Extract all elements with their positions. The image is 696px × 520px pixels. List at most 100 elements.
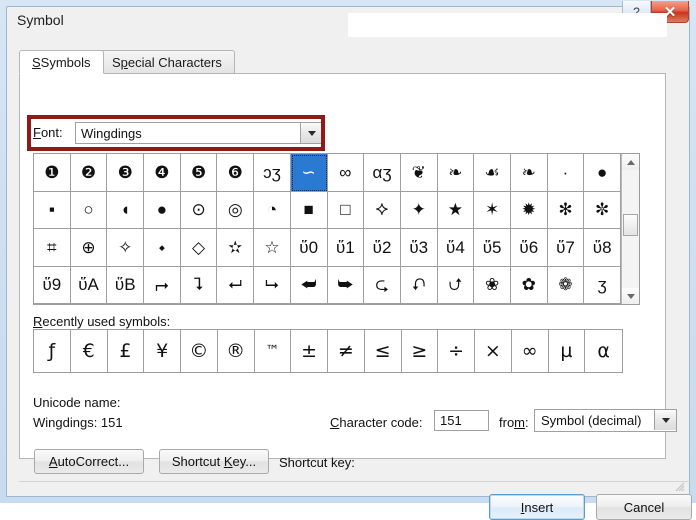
symbol-cell[interactable]: ☙ bbox=[474, 154, 511, 192]
symbol-cell[interactable]: ★ bbox=[437, 191, 475, 229]
symbol-cell[interactable]: ✫ bbox=[217, 229, 255, 267]
recent-symbol-cell[interactable]: ≥ bbox=[402, 330, 439, 372]
symbol-cell[interactable]: ὕ6 bbox=[510, 229, 548, 267]
triangle-down-icon[interactable] bbox=[622, 288, 639, 304]
symbol-cell[interactable]: ◔ bbox=[254, 191, 291, 229]
symbol-cell[interactable]: ⊕ bbox=[70, 229, 108, 267]
from-combobox[interactable]: Symbol (decimal) bbox=[534, 409, 677, 432]
symbol-cell[interactable]: ❻ bbox=[217, 154, 255, 192]
recent-symbol-cell[interactable]: ≤ bbox=[365, 330, 402, 372]
symbol-grid[interactable]: ❶ ❷ ❸ ❹ ❺ ❻ ɔʒ ∽ ∞ αʒ ❦ ❧ ☙ ❧ · ● ▪ ○ ◖ ● ⊙ ◎ ◔ ■ □ ⯎ ✦ ★ ✶ ✹ ✻ ✼ ⌗ ⊕ ✧ ⬩ ◇ ✫… bbox=[34, 154, 621, 304]
recent-symbol-cell[interactable]: ≠ bbox=[328, 330, 365, 372]
character-code-input[interactable]: 151 bbox=[434, 410, 489, 431]
symbol-cell[interactable]: ✦ bbox=[400, 191, 438, 229]
cancel-button[interactable]: Cancel bbox=[596, 494, 692, 520]
insert-button[interactable]: Insert bbox=[489, 494, 585, 520]
recent-symbol-cell[interactable]: £ bbox=[108, 330, 145, 372]
symbol-cell[interactable]: ʒ bbox=[584, 266, 621, 304]
scrollbar-thumb[interactable] bbox=[623, 214, 638, 236]
symbol-cell[interactable]: ❸ bbox=[107, 154, 145, 192]
symbol-cell[interactable]: ❧ bbox=[510, 154, 548, 192]
recent-symbols-grid[interactable]: ƒ € £ ¥ © ® ™ ± ≠ ≤ ≥ ÷ × ∞ µ α bbox=[33, 329, 623, 373]
autocorrect-button[interactable]: AutoCorrect... bbox=[34, 449, 144, 474]
symbol-cell[interactable]: ⮎ bbox=[364, 266, 401, 304]
symbol-cell[interactable]: ❶ bbox=[34, 154, 71, 192]
symbol-cell[interactable]: ὕ4 bbox=[437, 229, 475, 267]
recent-symbol-cell[interactable]: ™ bbox=[255, 330, 292, 372]
symbol-cell[interactable]: ■ bbox=[290, 191, 328, 229]
symbol-cell[interactable]: ● bbox=[584, 154, 621, 192]
recent-symbol-cell[interactable]: α bbox=[585, 330, 622, 372]
chevron-down-icon[interactable] bbox=[300, 123, 322, 143]
symbol-cell[interactable]: ∞ bbox=[327, 154, 365, 192]
symbol-cell[interactable]: ὕ3 bbox=[400, 229, 438, 267]
recent-symbol-cell[interactable]: ± bbox=[291, 330, 328, 372]
symbol-cell[interactable]: ❺ bbox=[180, 154, 218, 192]
tab-symbols[interactable]: SSymbols bbox=[19, 50, 104, 74]
recent-symbol-cell[interactable]: € bbox=[71, 330, 108, 372]
chevron-down-icon[interactable] bbox=[654, 410, 676, 430]
symbol-cell[interactable]: ❀ bbox=[474, 266, 511, 304]
symbol-cell[interactable]: ὕA bbox=[70, 266, 108, 304]
symbol-cell[interactable]: ⌗ bbox=[34, 229, 71, 267]
recent-symbol-cell[interactable]: ® bbox=[218, 330, 255, 372]
symbol-cell[interactable]: ✻ bbox=[547, 191, 585, 229]
recent-symbol-cell[interactable]: © bbox=[181, 330, 218, 372]
symbol-cell[interactable]: ✿ bbox=[510, 266, 548, 304]
symbol-cell[interactable]: αʒ bbox=[364, 154, 401, 192]
symbol-grid-scrollbar[interactable] bbox=[621, 154, 639, 304]
tab-special-characters[interactable]: Special Characters bbox=[99, 50, 235, 74]
symbol-cell[interactable]: ● bbox=[144, 191, 181, 229]
symbol-cell[interactable]: ⬩ bbox=[144, 229, 181, 267]
recent-symbol-cell[interactable]: ƒ bbox=[34, 330, 71, 372]
symbol-cell[interactable]: ❹ bbox=[144, 154, 181, 192]
symbol-cell[interactable]: ⮏ bbox=[400, 266, 438, 304]
recent-symbol-cell[interactable]: ÷ bbox=[438, 330, 475, 372]
symbol-cell[interactable]: ❧ bbox=[437, 154, 475, 192]
symbol-cell[interactable]: ὕ1 bbox=[327, 229, 365, 267]
symbol-cell[interactable]: ✼ bbox=[584, 191, 621, 229]
symbol-cell[interactable]: · bbox=[547, 154, 585, 192]
symbol-cell[interactable]: ⯎ bbox=[364, 191, 401, 229]
resize-grip-icon[interactable] bbox=[673, 480, 685, 492]
symbol-cell[interactable]: □ bbox=[327, 191, 365, 229]
symbol-cell[interactable]: ⮠ bbox=[217, 266, 255, 304]
symbol-cell[interactable]: ɔʒ bbox=[254, 154, 291, 192]
window-title: Symbol bbox=[17, 12, 64, 28]
symbol-cell[interactable]: ⮣ bbox=[144, 266, 181, 304]
recent-symbol-cell[interactable]: µ bbox=[549, 330, 586, 372]
symbol-cell[interactable]: ✹ bbox=[510, 191, 548, 229]
symbol-cell[interactable]: ✧ bbox=[107, 229, 145, 267]
recent-symbol-cell[interactable]: ∞ bbox=[512, 330, 549, 372]
symbol-cell[interactable]: ◎ bbox=[217, 191, 255, 229]
symbol-cell[interactable]: ὕ7 bbox=[547, 229, 585, 267]
symbol-cell[interactable]: ○ bbox=[70, 191, 108, 229]
symbol-cell[interactable]: ❁ bbox=[547, 266, 585, 304]
symbol-cell[interactable]: ὕ5 bbox=[474, 229, 511, 267]
symbol-cell[interactable]: ☆ bbox=[254, 229, 291, 267]
symbol-cell[interactable]: ◇ bbox=[180, 229, 218, 267]
symbol-cell[interactable]: ⊙ bbox=[180, 191, 218, 229]
recent-symbol-cell[interactable]: ¥ bbox=[144, 330, 181, 372]
symbol-cell[interactable]: ὕ2 bbox=[364, 229, 401, 267]
symbol-cell[interactable]: ∽ bbox=[290, 154, 328, 192]
symbol-cell[interactable]: ◖ bbox=[107, 191, 145, 229]
recent-symbol-cell[interactable]: × bbox=[475, 330, 512, 372]
symbol-cell[interactable]: ⮩ bbox=[327, 266, 365, 304]
symbol-cell[interactable]: ❷ bbox=[70, 154, 108, 192]
symbol-cell[interactable]: ❦ bbox=[400, 154, 438, 192]
symbol-cell[interactable]: ⮧ bbox=[180, 266, 218, 304]
font-row: Font: Wingdings bbox=[33, 122, 323, 144]
symbol-cell[interactable]: ὕB bbox=[107, 266, 145, 304]
symbol-cell[interactable]: ✶ bbox=[474, 191, 511, 229]
symbol-cell[interactable]: ⮡ bbox=[254, 266, 291, 304]
symbol-cell[interactable]: ὕ0 bbox=[290, 229, 328, 267]
shortcut-key-button[interactable]: Shortcut Key... bbox=[159, 449, 269, 474]
symbol-cell[interactable]: ὕ9 bbox=[34, 266, 71, 304]
triangle-up-icon[interactable] bbox=[622, 154, 639, 170]
symbol-cell[interactable]: ⮨ bbox=[290, 266, 328, 304]
symbol-cell[interactable]: ⮍ bbox=[437, 266, 475, 304]
font-combobox[interactable]: Wingdings bbox=[75, 122, 323, 144]
symbol-cell[interactable]: ▪ bbox=[34, 191, 71, 229]
symbol-cell[interactable]: ὕ8 bbox=[584, 229, 621, 267]
